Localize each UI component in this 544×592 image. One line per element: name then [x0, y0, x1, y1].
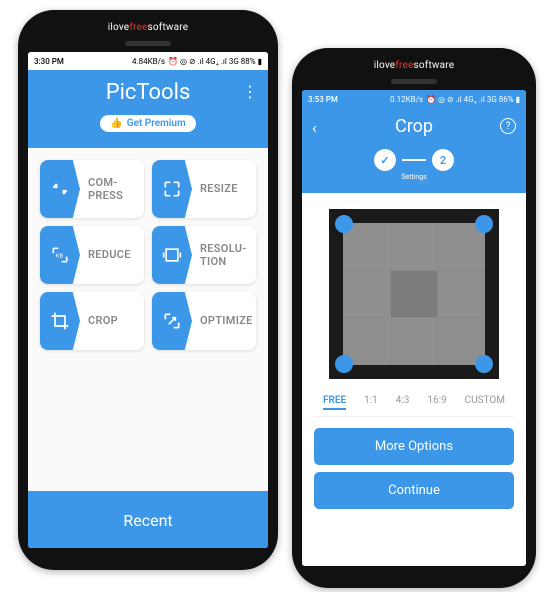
crop-icon — [40, 292, 80, 350]
optimize-icon — [152, 292, 192, 350]
aspect-ratio-tabs: FREE 1:1 4:3 16:9 CUSTOM — [314, 393, 514, 417]
tool-label: REDUCE — [80, 248, 144, 261]
status-time: 3:53 PM — [308, 95, 338, 104]
phone-right: ilovefreesoftware 3:53 PM 0.12KB/s ⏰ ◎ ⊘… — [292, 48, 536, 588]
tool-optimize[interactable]: OPTIMIZE — [152, 292, 256, 350]
watermark: ilovefreesoftware — [374, 58, 455, 75]
ratio-free[interactable]: FREE — [323, 393, 346, 410]
tool-grid: COM- PRESS RESIZE KB REDUCE — [28, 148, 268, 491]
app-header: PicTools 👍 Get Premium ⋮ — [28, 70, 268, 148]
tool-label: CROP — [80, 314, 144, 327]
crop-header: ‹ ? Crop 2 Settings — [302, 108, 526, 193]
help-icon[interactable]: ? — [500, 118, 516, 134]
thumbs-up-icon: 👍 — [110, 118, 122, 129]
step-1-done — [374, 149, 396, 171]
phone-left: ilovefreesoftware 3:30 PM 4.84KB/s ⏰ ◎ ⊘… — [18, 10, 278, 570]
svg-text:KB: KB — [56, 254, 64, 260]
watermark: ilovefreesoftware — [108, 20, 189, 37]
resize-icon — [152, 160, 192, 218]
tool-resize[interactable]: RESIZE — [152, 160, 256, 218]
statusbar: 3:53 PM 0.12KB/s ⏰ ◎ ⊘ .ıl 4G₊ .ıl 3G 86… — [302, 90, 526, 108]
step-line — [402, 159, 426, 161]
crop-main: FREE 1:1 4:3 16:9 CUSTOM More Options Co… — [302, 193, 526, 566]
ratio-1-1[interactable]: 1:1 — [364, 393, 378, 410]
crop-handle-tl[interactable] — [335, 215, 353, 233]
resolution-icon — [152, 226, 192, 284]
tool-label: OPTIMIZE — [192, 314, 256, 327]
continue-button[interactable]: Continue — [314, 472, 514, 509]
stepper: 2 — [312, 149, 516, 171]
app-title: PicTools — [36, 80, 260, 105]
crop-handle-br[interactable] — [475, 355, 493, 373]
statusbar: 3:30 PM 4.84KB/s ⏰ ◎ ⊘ .ıl 4G₊ .ıl 3G 88… — [28, 52, 268, 70]
more-menu-icon[interactable]: ⋮ — [242, 82, 258, 101]
status-icons: 0.12KB/s ⏰ ◎ ⊘ .ıl 4G₊ .ıl 3G 86% ▮ — [390, 95, 520, 104]
speaker — [391, 79, 437, 84]
compress-icon — [40, 160, 80, 218]
back-icon[interactable]: ‹ — [312, 118, 317, 137]
screen-left: 3:30 PM 4.84KB/s ⏰ ◎ ⊘ .ıl 4G₊ .ıl 3G 88… — [28, 52, 268, 548]
more-options-button[interactable]: More Options — [314, 428, 514, 465]
status-time: 3:30 PM — [34, 57, 64, 66]
screen-right: 3:53 PM 0.12KB/s ⏰ ◎ ⊘ .ıl 4G₊ .ıl 3G 86… — [302, 90, 526, 566]
ratio-16-9[interactable]: 16:9 — [427, 393, 446, 410]
crop-handle-tr[interactable] — [475, 215, 493, 233]
speaker — [125, 41, 171, 46]
tool-label: RESOLU- TION — [192, 242, 256, 268]
ratio-4-3[interactable]: 4:3 — [396, 393, 410, 410]
crop-grid — [343, 223, 485, 365]
crop-canvas[interactable] — [329, 209, 499, 379]
tool-label: COM- PRESS — [80, 176, 144, 202]
step-2: 2 — [432, 149, 454, 171]
recent-section[interactable]: Recent — [28, 491, 268, 548]
status-icons: 4.84KB/s ⏰ ◎ ⊘ .ıl 4G₊ .ıl 3G 88% ▮ — [132, 57, 262, 66]
page-title: Crop — [312, 116, 516, 137]
tool-label: RESIZE — [192, 182, 256, 195]
tool-crop[interactable]: CROP — [40, 292, 144, 350]
tool-compress[interactable]: COM- PRESS — [40, 160, 144, 218]
ratio-custom[interactable]: CUSTOM — [465, 393, 505, 410]
reduce-icon: KB — [40, 226, 80, 284]
crop-handle-bl[interactable] — [335, 355, 353, 373]
tool-reduce[interactable]: KB REDUCE — [40, 226, 144, 284]
tool-resolution[interactable]: RESOLU- TION — [152, 226, 256, 284]
step-label: Settings — [312, 173, 516, 181]
get-premium-button[interactable]: 👍 Get Premium — [100, 115, 195, 132]
